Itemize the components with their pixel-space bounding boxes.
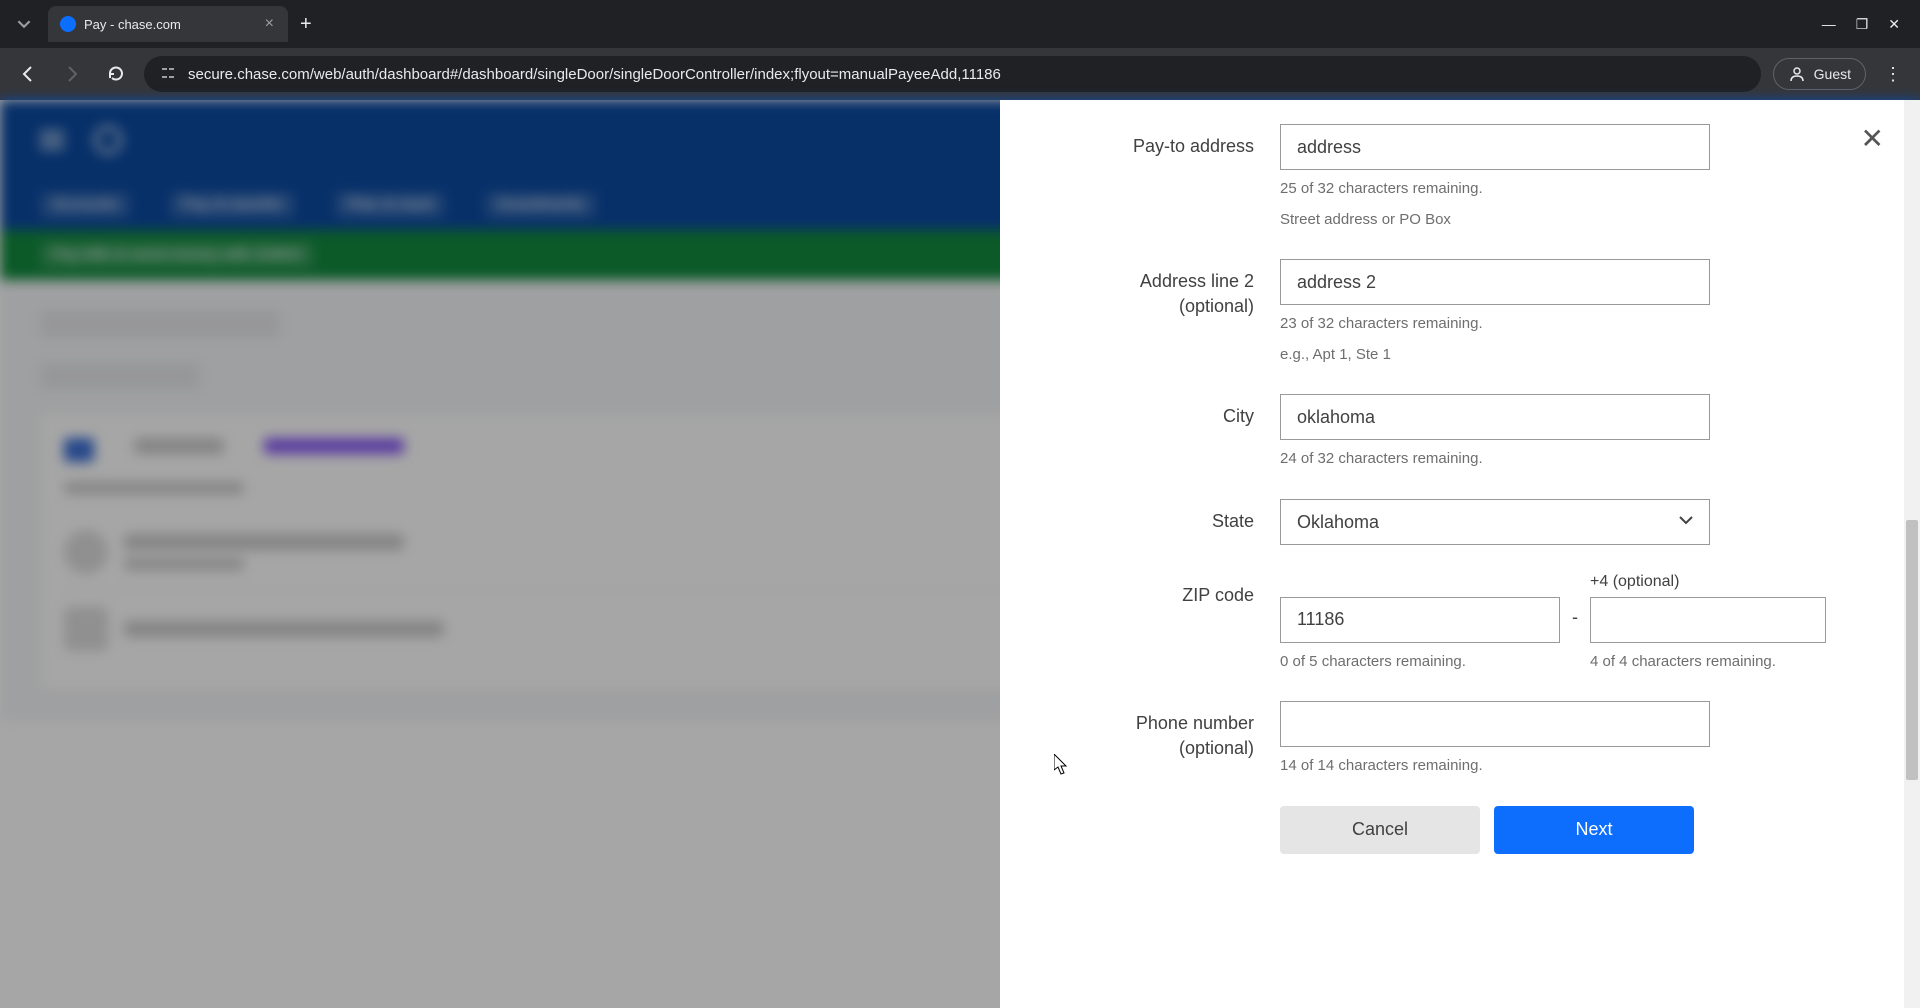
city-count: 24 of 32 characters remaining. — [1280, 448, 1710, 471]
arrow-right-icon — [63, 65, 81, 83]
favicon-icon — [60, 16, 76, 32]
tab-search-dropdown[interactable] — [8, 8, 40, 40]
tab-bar: Pay - chase.com × + — ❐ ✕ — [0, 0, 1920, 48]
arrow-left-icon — [19, 65, 37, 83]
cancel-button[interactable]: Cancel — [1280, 806, 1480, 854]
url-text: secure.chase.com/web/auth/dashboard#/das… — [188, 66, 1001, 83]
city-label: City — [1060, 394, 1280, 429]
minimize-icon[interactable]: — — [1822, 16, 1836, 33]
reload-button[interactable] — [100, 58, 132, 90]
state-select[interactable]: Oklahoma — [1280, 499, 1710, 545]
pay-to-address-input[interactable] — [1280, 124, 1710, 170]
person-icon — [1788, 65, 1806, 83]
forward-button[interactable] — [56, 58, 88, 90]
browser-tab[interactable]: Pay - chase.com × — [48, 6, 288, 42]
maximize-icon[interactable]: ❐ — [1856, 16, 1869, 33]
zip-label: ZIP code — [1060, 573, 1280, 608]
state-label: State — [1060, 499, 1280, 534]
zip-plus4-label: +4 (optional) — [1590, 573, 1826, 591]
guest-label: Guest — [1814, 66, 1851, 82]
city-row: City 24 of 32 characters remaining. — [1060, 394, 1860, 471]
close-window-icon[interactable]: ✕ — [1888, 16, 1900, 33]
zip-count: 0 of 5 characters remaining. — [1280, 651, 1560, 674]
address-line-2-label: Address line 2 (optional) — [1060, 259, 1280, 319]
pay-to-address-label: Pay-to address — [1060, 124, 1280, 159]
zip-plus4-count: 4 of 4 characters remaining. — [1590, 651, 1826, 674]
address-bar: secure.chase.com/web/auth/dashboard#/das… — [0, 48, 1920, 100]
phone-label: Phone number (optional) — [1060, 701, 1280, 761]
back-button[interactable] — [12, 58, 44, 90]
address-line-2-input[interactable] — [1280, 259, 1710, 305]
browser-menu-icon[interactable]: ⋮ — [1878, 64, 1908, 85]
pay-to-address-desc: Street address or PO Box — [1280, 209, 1710, 232]
guest-profile-button[interactable]: Guest — [1773, 58, 1866, 90]
zip-dash: - — [1572, 573, 1578, 628]
page-content: AccountsPay & transferPlan & trackInvest… — [0, 100, 1920, 1008]
browser-chrome: Pay - chase.com × + — ❐ ✕ secure.chase.c… — [0, 0, 1920, 100]
scrollbar-track[interactable] — [1904, 100, 1920, 1008]
zip-row: ZIP code 0 of 5 characters remaining. - … — [1060, 573, 1860, 674]
url-field[interactable]: secure.chase.com/web/auth/dashboard#/das… — [144, 56, 1761, 92]
city-input[interactable] — [1280, 394, 1710, 440]
site-settings-icon[interactable] — [160, 65, 176, 84]
phone-row: Phone number (optional) 14 of 14 charact… — [1060, 701, 1860, 778]
state-row: State Oklahoma — [1060, 499, 1860, 545]
phone-input[interactable] — [1280, 701, 1710, 747]
pay-to-address-count: 25 of 32 characters remaining. — [1280, 178, 1710, 201]
next-button[interactable]: Next — [1494, 806, 1694, 854]
address-line-2-count: 23 of 32 characters remaining. — [1280, 313, 1710, 336]
scrollbar-thumb[interactable] — [1906, 520, 1918, 780]
tab-close-icon[interactable]: × — [263, 15, 276, 33]
pay-to-address-row: Pay-to address 25 of 32 characters remai… — [1060, 124, 1860, 231]
tab-title: Pay - chase.com — [84, 17, 255, 32]
address-line-2-row: Address line 2 (optional) 23 of 32 chara… — [1060, 259, 1860, 366]
zip-plus4-input[interactable] — [1590, 597, 1826, 643]
chevron-down-icon — [17, 17, 31, 31]
add-payee-flyout: ✕ Pay-to address 25 of 32 characters rem… — [1000, 100, 1920, 1008]
reload-icon — [107, 65, 125, 83]
window-controls: — ❐ ✕ — [1822, 16, 1912, 33]
zip-input[interactable] — [1280, 597, 1560, 643]
new-tab-button[interactable]: + — [300, 13, 312, 36]
phone-count: 14 of 14 characters remaining. — [1280, 755, 1710, 778]
form-actions: Cancel Next — [1280, 806, 1860, 854]
close-flyout-button[interactable]: ✕ — [1861, 122, 1884, 155]
address-line-2-desc: e.g., Apt 1, Ste 1 — [1280, 344, 1710, 367]
